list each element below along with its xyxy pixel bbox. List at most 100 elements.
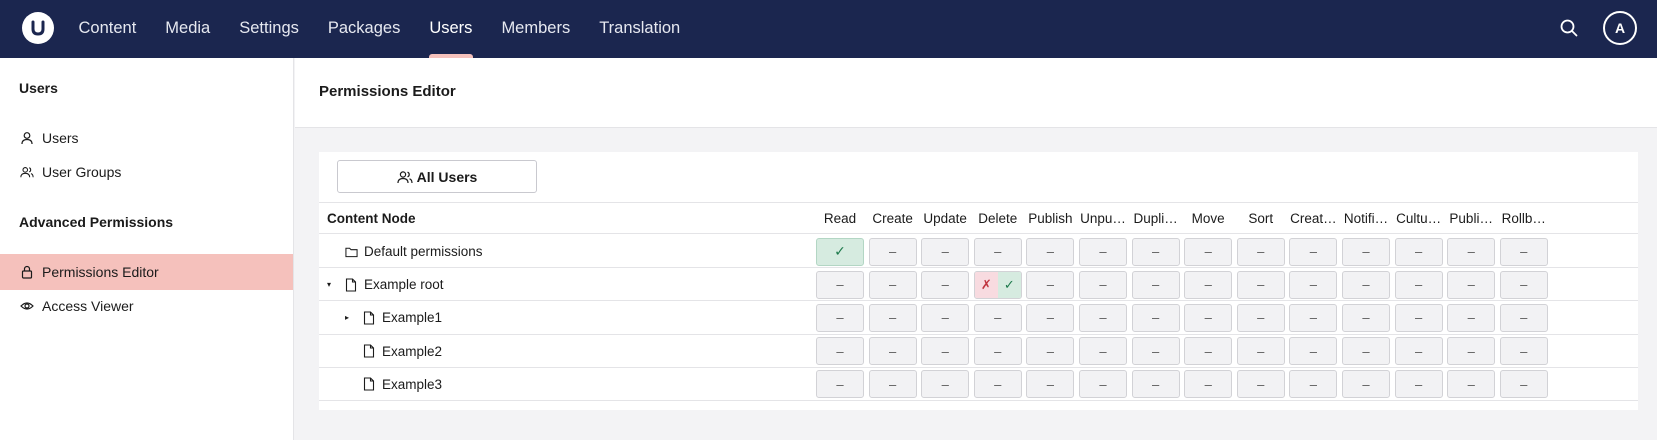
permission-column-header[interactable]: Notifi… [1341,211,1391,226]
permission-cell-unset[interactable]: – [921,337,970,366]
permission-column-header[interactable]: Publish [1025,211,1075,226]
caret-down-icon[interactable]: ▾ [327,280,337,289]
permission-cell-unset[interactable]: – [1079,370,1127,399]
permission-cell-unset[interactable]: – [973,303,1022,332]
nav-item-content[interactable]: Content [64,0,151,58]
sidebar-item-user-groups[interactable]: User Groups [0,154,293,190]
nav-item-translation[interactable]: Translation [585,0,695,58]
permission-column-header[interactable]: Unpu… [1078,211,1128,226]
permission-cell-unset[interactable]: – [1026,303,1075,332]
permission-column-header[interactable]: Read [815,211,865,226]
permission-cell-unset[interactable]: – [816,370,864,399]
permission-cell-unset[interactable]: – [1447,303,1496,332]
caret-right-icon[interactable]: ▸ [345,313,355,322]
sidebar-item-permissions-editor[interactable]: Permissions Editor [0,254,293,290]
nav-item-settings[interactable]: Settings [225,0,314,58]
permission-cell-unset[interactable]: – [1394,303,1443,332]
all-users-button[interactable]: All Users [337,160,537,193]
permission-cell-unset[interactable]: – [1184,303,1233,332]
permission-cell-unset[interactable]: – [1079,237,1127,266]
permission-cell-unset[interactable]: – [973,370,1022,399]
permission-cell-unset[interactable]: – [1026,337,1075,366]
permission-column-header[interactable]: Create [868,211,918,226]
permission-cell-unset[interactable]: – [816,303,864,332]
permission-cell-unset[interactable]: – [816,270,864,299]
umbraco-logo-icon[interactable] [22,12,54,44]
permission-column-header[interactable]: Creat… [1288,211,1338,226]
permission-cell-unset[interactable]: – [1499,337,1548,366]
permission-cell-unset[interactable]: – [1342,270,1390,299]
permission-cell-unset[interactable]: – [1394,270,1443,299]
permission-cell-unset[interactable]: – [1236,370,1285,399]
permission-cell-unset[interactable]: – [1079,303,1127,332]
permission-cell-unset[interactable]: – [1394,337,1443,366]
permission-cell-unset[interactable]: – [1394,370,1443,399]
permission-column-header[interactable]: Update [920,211,970,226]
permission-cell-unset[interactable]: – [1289,303,1338,332]
permission-column-header[interactable]: Dupli… [1131,211,1181,226]
permission-column-header[interactable]: Sort [1236,211,1286,226]
permission-cell-unset[interactable]: – [1499,303,1548,332]
permission-cell-unset[interactable]: – [1447,270,1496,299]
permission-cell-unset[interactable]: – [921,270,970,299]
permission-cell-unset[interactable]: – [1026,237,1075,266]
permission-column-header[interactable]: Delete [973,211,1023,226]
permission-cell-unset[interactable]: – [1499,270,1548,299]
permission-cell-unset[interactable]: – [1184,270,1233,299]
permission-cell-unset[interactable]: – [1289,270,1338,299]
permission-cell-unset[interactable]: – [1026,370,1075,399]
permission-cell-unset[interactable]: – [973,237,1022,266]
permission-cell-unset[interactable]: – [1236,303,1285,332]
content-node[interactable]: Example2 [345,335,442,368]
content-node[interactable]: ▸ Example1 [345,301,442,334]
permission-cell-unset[interactable]: – [1289,237,1338,266]
permission-cell-unset[interactable]: – [1131,337,1180,366]
permission-cell-unset[interactable]: – [1079,337,1127,366]
permission-cell-unset[interactable]: – [921,303,970,332]
sidebar-item-users[interactable]: Users [0,120,293,156]
permission-cell-unset[interactable]: – [1131,303,1180,332]
permission-cell-unset[interactable]: – [1394,237,1443,266]
nav-item-media[interactable]: Media [151,0,225,58]
permission-cell-unset[interactable]: – [1499,370,1548,399]
permission-column-header[interactable]: Publi… [1446,211,1496,226]
permission-cell-unset[interactable]: – [921,370,970,399]
permission-cell-unset[interactable]: – [868,237,917,266]
permission-cell-unset[interactable]: – [1131,370,1180,399]
permission-cell-unset[interactable]: – [1026,270,1075,299]
permission-cell-allowed[interactable]: ✓ [816,237,864,266]
permission-cell-unset[interactable]: – [1131,270,1180,299]
content-node[interactable]: Example3 [345,368,442,401]
permission-cell-unset[interactable]: – [816,337,864,366]
permission-cell-unset[interactable]: – [1184,337,1233,366]
permission-column-header[interactable]: Rollb… [1499,211,1549,226]
permission-cell-unset[interactable]: – [973,337,1022,366]
content-node[interactable]: Default permissions [327,235,483,268]
user-avatar[interactable]: A [1603,11,1637,45]
permission-cell-unset[interactable]: – [1079,270,1127,299]
permission-cell-unset[interactable]: – [1236,337,1285,366]
permission-cell-unset[interactable]: – [1342,303,1390,332]
permission-cell-unset[interactable]: – [1447,237,1496,266]
nav-item-packages[interactable]: Packages [313,0,414,58]
permission-cell-unset[interactable]: – [1342,337,1390,366]
permission-cell-unset[interactable]: – [1184,370,1233,399]
permission-cell-unset[interactable]: – [1131,237,1180,266]
permission-cell-unset[interactable]: – [868,270,917,299]
permission-cell-unset[interactable]: – [868,337,917,366]
permission-cell-unset[interactable]: – [1184,237,1233,266]
permission-column-header[interactable]: Move [1183,211,1233,226]
permission-cell-unset[interactable]: – [1447,370,1496,399]
permission-cell-unset[interactable]: – [1499,237,1548,266]
permission-cell-unset[interactable]: – [921,237,970,266]
search-icon[interactable] [1557,16,1581,40]
permission-cell-unset[interactable]: – [1447,337,1496,366]
permission-cell-unset[interactable]: – [1236,270,1285,299]
permission-cell-unset[interactable]: – [1236,237,1285,266]
content-node[interactable]: ▾ Example root [327,268,444,301]
permission-cell-unset[interactable]: – [1289,370,1338,399]
permission-cell-unset[interactable]: – [1342,237,1390,266]
sidebar-item-access-viewer[interactable]: Access Viewer [0,288,293,324]
permission-cell-unset[interactable]: – [868,303,917,332]
permission-cell-unset[interactable]: – [1289,337,1338,366]
